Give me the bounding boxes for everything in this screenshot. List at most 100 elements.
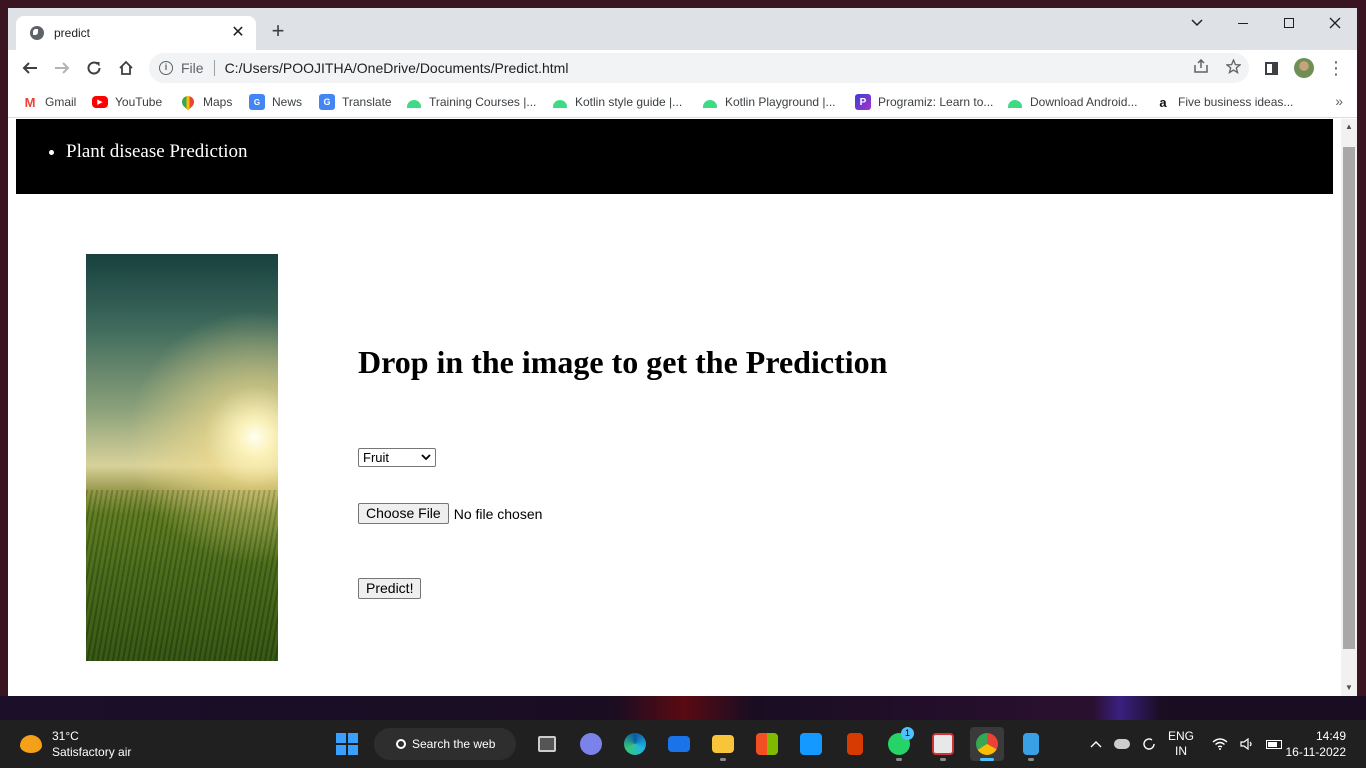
bookmark-five-business-ideas[interactable]: a Five business ideas... [1155,93,1293,111]
nav-list: Plant disease Prediction [16,119,1333,163]
wifi-icon[interactable] [1212,738,1228,750]
onedrive-icon[interactable] [1114,739,1130,749]
tab-search-button[interactable] [1174,8,1220,38]
chevron-up-icon[interactable] [1090,740,1102,748]
scroll-up-arrow-icon[interactable]: ▲ [1341,119,1357,135]
weather-air-quality: Satisfactory air [52,745,132,759]
mail-icon [668,736,690,752]
whatsapp-badge: 1 [901,727,914,740]
file-input[interactable]: Choose File No file chosen [358,503,542,524]
address-separator [213,60,215,76]
snipping-tool-button[interactable] [926,727,960,761]
task-view-button[interactable] [530,727,564,761]
windows-logo-icon [336,733,358,755]
back-arrow-icon [22,62,37,74]
scroll-down-arrow-icon[interactable]: ▼ [1341,680,1357,696]
page-heading: Drop in the image to get the Prediction [358,344,888,380]
store-icon [756,733,778,755]
store-button[interactable] [750,727,784,761]
volume-icon[interactable] [1240,738,1254,750]
android-icon [1007,94,1023,110]
info-icon[interactable]: i [159,61,173,75]
page-nav-bar: Plant disease Prediction [16,119,1333,194]
choose-file-button[interactable]: Choose File [358,503,449,524]
mail-button[interactable] [662,727,696,761]
notepad-button[interactable] [1014,727,1048,761]
maximize-button[interactable] [1266,8,1312,38]
programiz-icon: P [855,94,871,110]
reload-icon [87,61,101,75]
reload-button[interactable] [82,56,106,80]
desktop-wallpaper [0,696,1366,720]
back-button[interactable] [18,56,42,80]
file-explorer-button[interactable] [706,727,740,761]
task-view-icon [538,736,556,752]
bookmark-download-android[interactable]: Download Android... [1007,93,1137,111]
clock-time: 14:49 [1315,729,1346,743]
bookmark-programiz[interactable]: P Programiz: Learn to... [855,93,993,111]
weather-temperature: 31°C [52,729,79,743]
more-bookmarks-button[interactable]: » [1335,93,1343,109]
battery-icon[interactable] [1266,739,1283,749]
side-panel-icon [1264,61,1278,75]
home-button[interactable] [114,56,138,80]
field-sunset-image [86,254,278,661]
minimize-button[interactable] [1220,8,1266,38]
language-indicator[interactable]: ENG IN [1168,729,1194,759]
home-icon [119,60,133,75]
maximize-icon [1284,18,1294,28]
bookmark-star-icon[interactable] [1217,57,1249,78]
whatsapp-button[interactable]: 1 [882,727,916,761]
bookmark-translate[interactable]: G Translate [319,93,392,111]
edge-icon [624,733,646,755]
tab-strip: predict ✕ + [8,8,1357,50]
menu-button[interactable]: ⋮ [1324,56,1348,80]
new-tab-button[interactable]: + [266,20,290,44]
address-bar[interactable]: i File C:/Users/POOJITHA/OneDrive/Docume… [149,53,1249,83]
close-window-button[interactable] [1312,8,1357,38]
taskbar-search[interactable]: Search the web [374,728,516,760]
start-button[interactable] [330,727,364,761]
scroll-thumb[interactable] [1343,147,1355,649]
youtube-icon: ▶ [92,96,108,108]
system-tray: ENG IN [1090,720,1294,768]
teams-chat-button[interactable] [574,727,608,761]
share-icon[interactable] [1185,58,1217,77]
notepad-icon [1023,733,1039,755]
address-url[interactable]: C:/Users/POOJITHA/OneDrive/Documents/Pre… [225,60,1185,76]
office-button[interactable] [838,727,872,761]
bookmark-kotlin-style-guide[interactable]: Kotlin style guide |... [552,93,682,111]
bookmark-maps[interactable]: Maps [179,93,232,111]
maps-icon [179,93,197,111]
edge-button[interactable] [618,727,652,761]
weather-sun-icon [20,735,42,753]
bookmark-training-courses[interactable]: Training Courses |... [406,93,536,111]
bookmark-news[interactable]: G News [249,93,302,111]
tab-close-icon[interactable]: ✕ [230,25,246,41]
search-icon [396,739,406,749]
weather-widget[interactable]: 31°C Satisfactory air [20,728,131,760]
page-scrollbar[interactable]: ▲ ▼ [1341,119,1357,696]
category-select[interactable]: Fruit [358,448,436,467]
taskbar-search-label: Search the web [412,737,496,751]
chrome-button[interactable] [970,727,1004,761]
nav-item-plant-disease-prediction[interactable]: Plant disease Prediction [66,141,1333,163]
tab-title: predict [54,26,91,40]
tab-predict[interactable]: predict ✕ [16,16,256,50]
taskbar: 31°C Satisfactory air Search the web 1 E… [0,720,1366,768]
android-icon [552,94,568,110]
gmail-icon: M [24,94,36,110]
profile-button[interactable] [1292,56,1316,80]
bookmark-gmail[interactable]: M Gmail [22,93,77,111]
sync-icon[interactable] [1142,737,1156,751]
side-panel-button[interactable] [1259,56,1283,80]
predict-button[interactable]: Predict! [358,578,422,599]
prime-video-button[interactable] [794,727,828,761]
bookmarks-bar: M Gmail ▶ YouTube Maps G News G Translate Tr… [8,86,1357,118]
system-clock[interactable]: 14:49 16-11-2022 [1286,728,1347,760]
bookmark-youtube[interactable]: ▶ YouTube [92,93,162,111]
bookmark-kotlin-playground[interactable]: Kotlin Playground |... [702,93,836,111]
forward-button[interactable] [50,56,74,80]
news-icon: G [249,94,265,110]
chevron-down-icon [421,451,431,468]
